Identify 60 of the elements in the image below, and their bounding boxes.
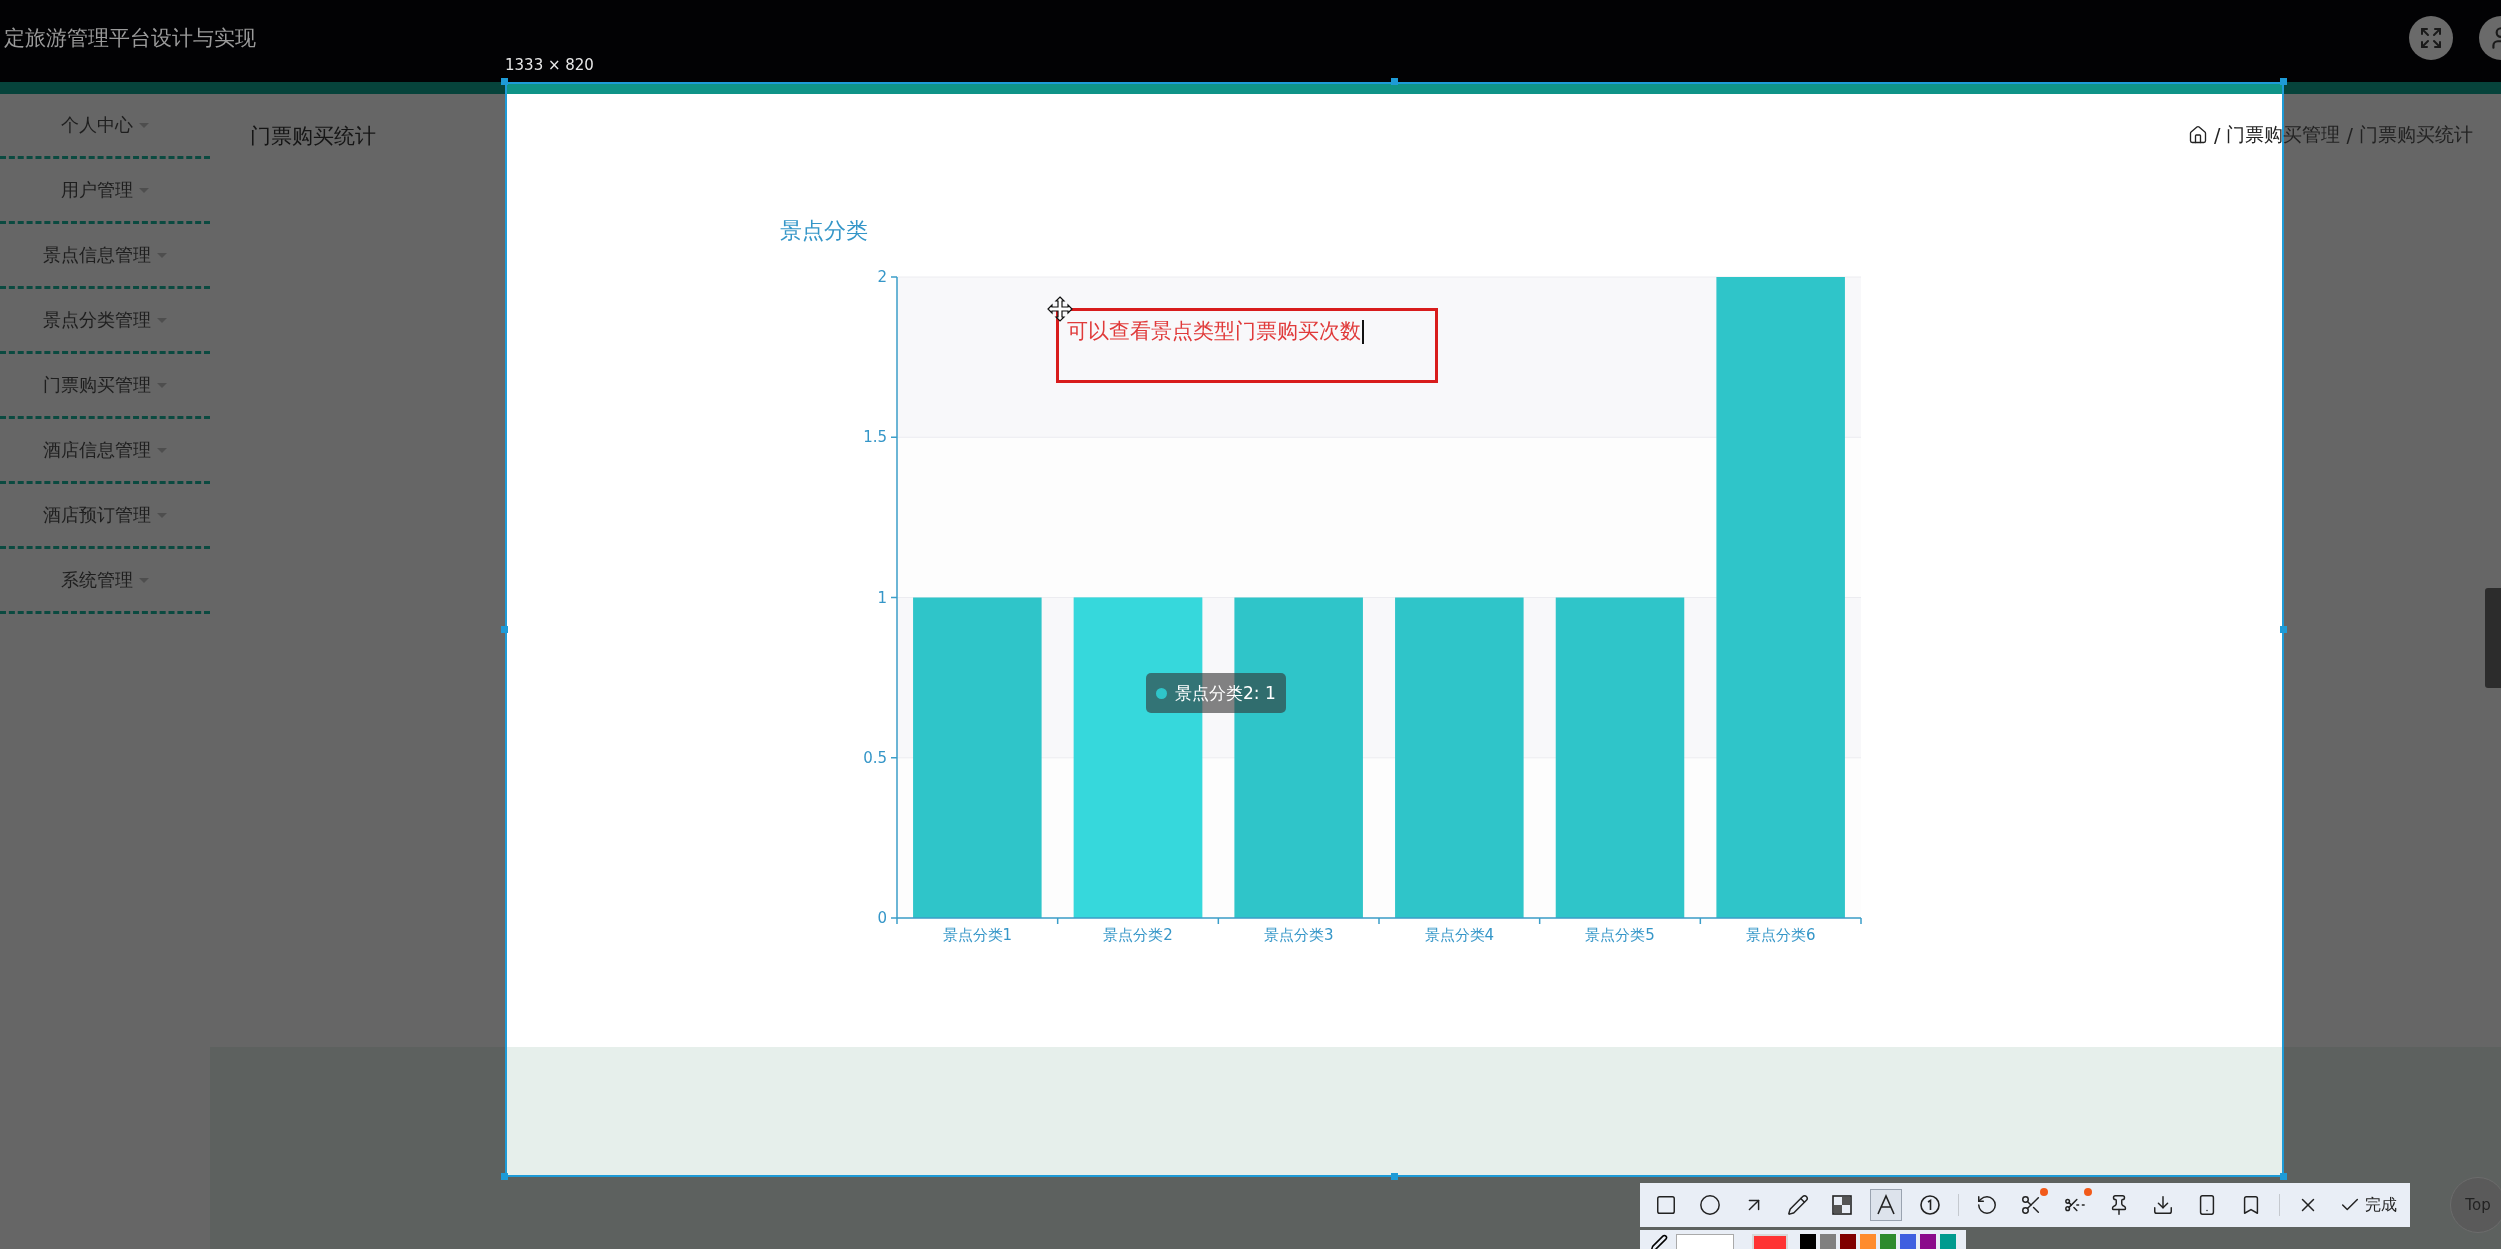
color-swatch[interactable] bbox=[1940, 1234, 1956, 1249]
pen-icon bbox=[1650, 1234, 1668, 1249]
breadcrumb-separator: / bbox=[2346, 124, 2353, 146]
resize-handle[interactable] bbox=[501, 1173, 508, 1180]
resize-handle[interactable] bbox=[1390, 78, 1398, 85]
axis-label: 景点分类2 bbox=[1103, 926, 1173, 944]
undo-icon bbox=[1976, 1194, 1998, 1216]
axis-label: 景点分类1 bbox=[942, 926, 1013, 944]
resize-handle[interactable] bbox=[2280, 78, 2287, 85]
color-swatch[interactable] bbox=[1900, 1234, 1916, 1249]
move-icon bbox=[1047, 296, 1073, 322]
color-swatch[interactable] bbox=[1880, 1234, 1896, 1249]
page-title: 门票购买统计 bbox=[250, 123, 376, 150]
axis-label: 景点分类4 bbox=[1424, 926, 1495, 944]
axis-label: 景点分类5 bbox=[1585, 926, 1655, 944]
scissors-icon bbox=[2020, 1194, 2042, 1216]
axis-label: 景点分类6 bbox=[1745, 926, 1816, 944]
sidebar-item[interactable]: 个人中心 bbox=[0, 94, 210, 159]
chart-tooltip: 景点分类2: 1 bbox=[1146, 673, 1286, 713]
sidebar-item[interactable]: 酒店信息管理 bbox=[0, 419, 210, 484]
download-icon bbox=[2152, 1194, 2174, 1216]
fullscreen-button[interactable] bbox=[2409, 16, 2453, 60]
resize-handle[interactable] bbox=[1390, 1173, 1398, 1180]
axis-label: 0 bbox=[877, 909, 887, 927]
resize-handle[interactable] bbox=[2280, 625, 2287, 633]
resize-handle[interactable] bbox=[501, 625, 508, 633]
color-swatch[interactable] bbox=[1820, 1234, 1836, 1249]
app-title: 定旅游管理平台设计与实现 bbox=[3, 25, 256, 52]
axis-label: 2 bbox=[877, 268, 887, 286]
color-swatch[interactable] bbox=[1920, 1234, 1936, 1249]
axis-label: 1.5 bbox=[863, 428, 887, 447]
sidebar-item[interactable]: 景点分类管理 bbox=[0, 289, 210, 354]
sidebar-item[interactable]: 用户管理 bbox=[0, 159, 210, 224]
tool-button[interactable] bbox=[1870, 1189, 1902, 1221]
color-swatch[interactable] bbox=[1840, 1234, 1856, 1249]
axis-label: 0.5 bbox=[863, 748, 887, 767]
numbered-circle-icon bbox=[1919, 1194, 1941, 1216]
mosaic-icon bbox=[1831, 1194, 1853, 1216]
home-icon[interactable] bbox=[2188, 125, 2208, 145]
text-tool-icon bbox=[1875, 1194, 1897, 1216]
axis-label: 景点分类3 bbox=[1263, 926, 1334, 944]
sidebar-item[interactable]: 景点信息管理 bbox=[0, 224, 210, 289]
chart-title: 景点分类 bbox=[780, 217, 869, 245]
sidebar-item[interactable]: 酒店预订管理 bbox=[0, 484, 210, 549]
color-swatch[interactable] bbox=[1860, 1234, 1876, 1249]
selection-size: 1333 × 820 bbox=[505, 56, 594, 74]
circle-icon bbox=[1699, 1194, 1721, 1216]
color-swatch[interactable] bbox=[1800, 1234, 1816, 1249]
breadcrumb-separator: / bbox=[2214, 124, 2221, 146]
done-button[interactable]: 完成 bbox=[2336, 1189, 2400, 1221]
expand-icon bbox=[2419, 26, 2443, 50]
axis-label: 1 bbox=[877, 588, 887, 607]
sidebar-item[interactable]: 门票购买管理 bbox=[0, 354, 210, 419]
pencil-icon bbox=[1787, 1194, 1809, 1216]
breadcrumb-item[interactable]: 门票购买统计 bbox=[2358, 122, 2473, 148]
rectangle-icon bbox=[1655, 1194, 1677, 1216]
annotation-text[interactable]: 可以查看景点类型门票购买次数 bbox=[1056, 308, 1438, 383]
sidebar-item[interactable]: 系统管理 bbox=[0, 549, 210, 614]
resize-handle[interactable] bbox=[501, 78, 508, 85]
resize-handle[interactable] bbox=[2280, 1173, 2287, 1180]
